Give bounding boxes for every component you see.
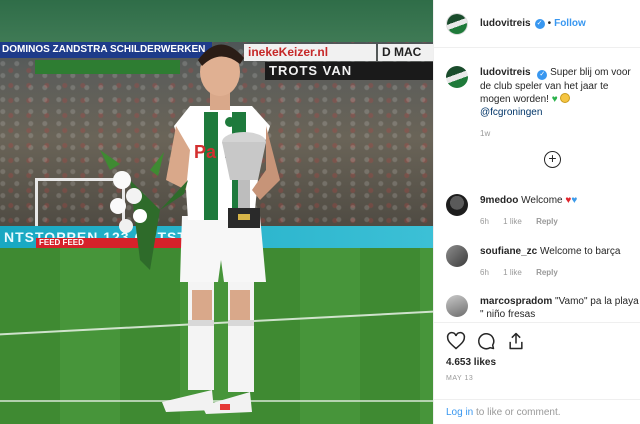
comment-text: Welcome to barça (540, 246, 621, 257)
separator-dot: • (547, 18, 552, 29)
green-heart-icon: ♥ (551, 94, 558, 105)
comment-username[interactable]: soufiane_zc (480, 246, 537, 257)
avatar[interactable] (446, 66, 468, 88)
post-date[interactable]: MAY 13 (446, 375, 473, 382)
comment-likes[interactable]: 1 like (503, 217, 522, 226)
avatar[interactable] (446, 12, 468, 35)
banner-dmac: D MAC (378, 44, 433, 61)
verified-icon: ✓ (537, 70, 548, 80)
reply-button[interactable]: Reply (536, 268, 558, 277)
comment-likes[interactable]: 1 like (503, 268, 522, 277)
blue-heart-icon: ♥ (571, 195, 578, 206)
follow-button[interactable]: Follow (554, 18, 586, 29)
caption-time[interactable]: 1w (480, 129, 490, 138)
login-text: to like or comment. (476, 407, 561, 418)
reply-button[interactable]: Reply (536, 217, 558, 226)
avatar[interactable] (446, 194, 468, 216)
avatar[interactable] (446, 245, 468, 267)
load-more-comments-icon[interactable]: + (544, 151, 561, 168)
verified-icon: ✓ (534, 18, 545, 29)
post-photo[interactable]: DOMINOS ZANDSTRA SCHILDERWERKEN inekeKei… (0, 0, 433, 424)
svg-text:Pa: Pa (194, 142, 217, 162)
list-item: soufiane_zc Welcome to barça 6h 1 like R… (446, 245, 640, 279)
share-icon[interactable] (506, 331, 526, 351)
caption: ludovitreis ✓ Super blij om voor de club… (446, 66, 640, 140)
comments-list[interactable]: ludovitreis ✓ Super blij om voor de club… (434, 49, 640, 322)
comment-username[interactable]: marcospradom (480, 296, 552, 307)
caption-username[interactable]: ludovitreis (480, 67, 531, 78)
list-item: 9medoo Welcome ♥♥ 6h 1 like Reply (446, 194, 640, 228)
comment-bubble-icon[interactable] (476, 331, 496, 351)
player-figure: Pa N (100, 30, 300, 424)
like-heart-icon[interactable] (446, 331, 466, 351)
login-link[interactable]: Log in (446, 407, 473, 418)
post-panel: ludovitreis ✓ • Follow ludovitreis ✓ Sup… (433, 0, 640, 424)
mention-link[interactable]: @fcgroningen (480, 107, 542, 118)
post-actions: 4.653 likes MAY 13 Log in to like or com… (434, 322, 640, 424)
header-username[interactable]: ludovitreis (480, 18, 531, 29)
likes-count[interactable]: 4.653 likes (446, 357, 496, 368)
avatar[interactable] (446, 295, 468, 317)
comment-username[interactable]: 9medoo (480, 195, 518, 206)
comment-time[interactable]: 6h (480, 268, 489, 277)
comment-time[interactable]: 6h (480, 217, 489, 226)
smile-emoji-icon (560, 93, 571, 103)
list-item: marcospradom "Vamo" pa la playa " niño f… (446, 295, 640, 321)
login-prompt: Log in to like or comment. (434, 399, 640, 424)
post-header: ludovitreis ✓ • Follow (434, 0, 640, 48)
comment-text: Welcome (521, 195, 563, 206)
